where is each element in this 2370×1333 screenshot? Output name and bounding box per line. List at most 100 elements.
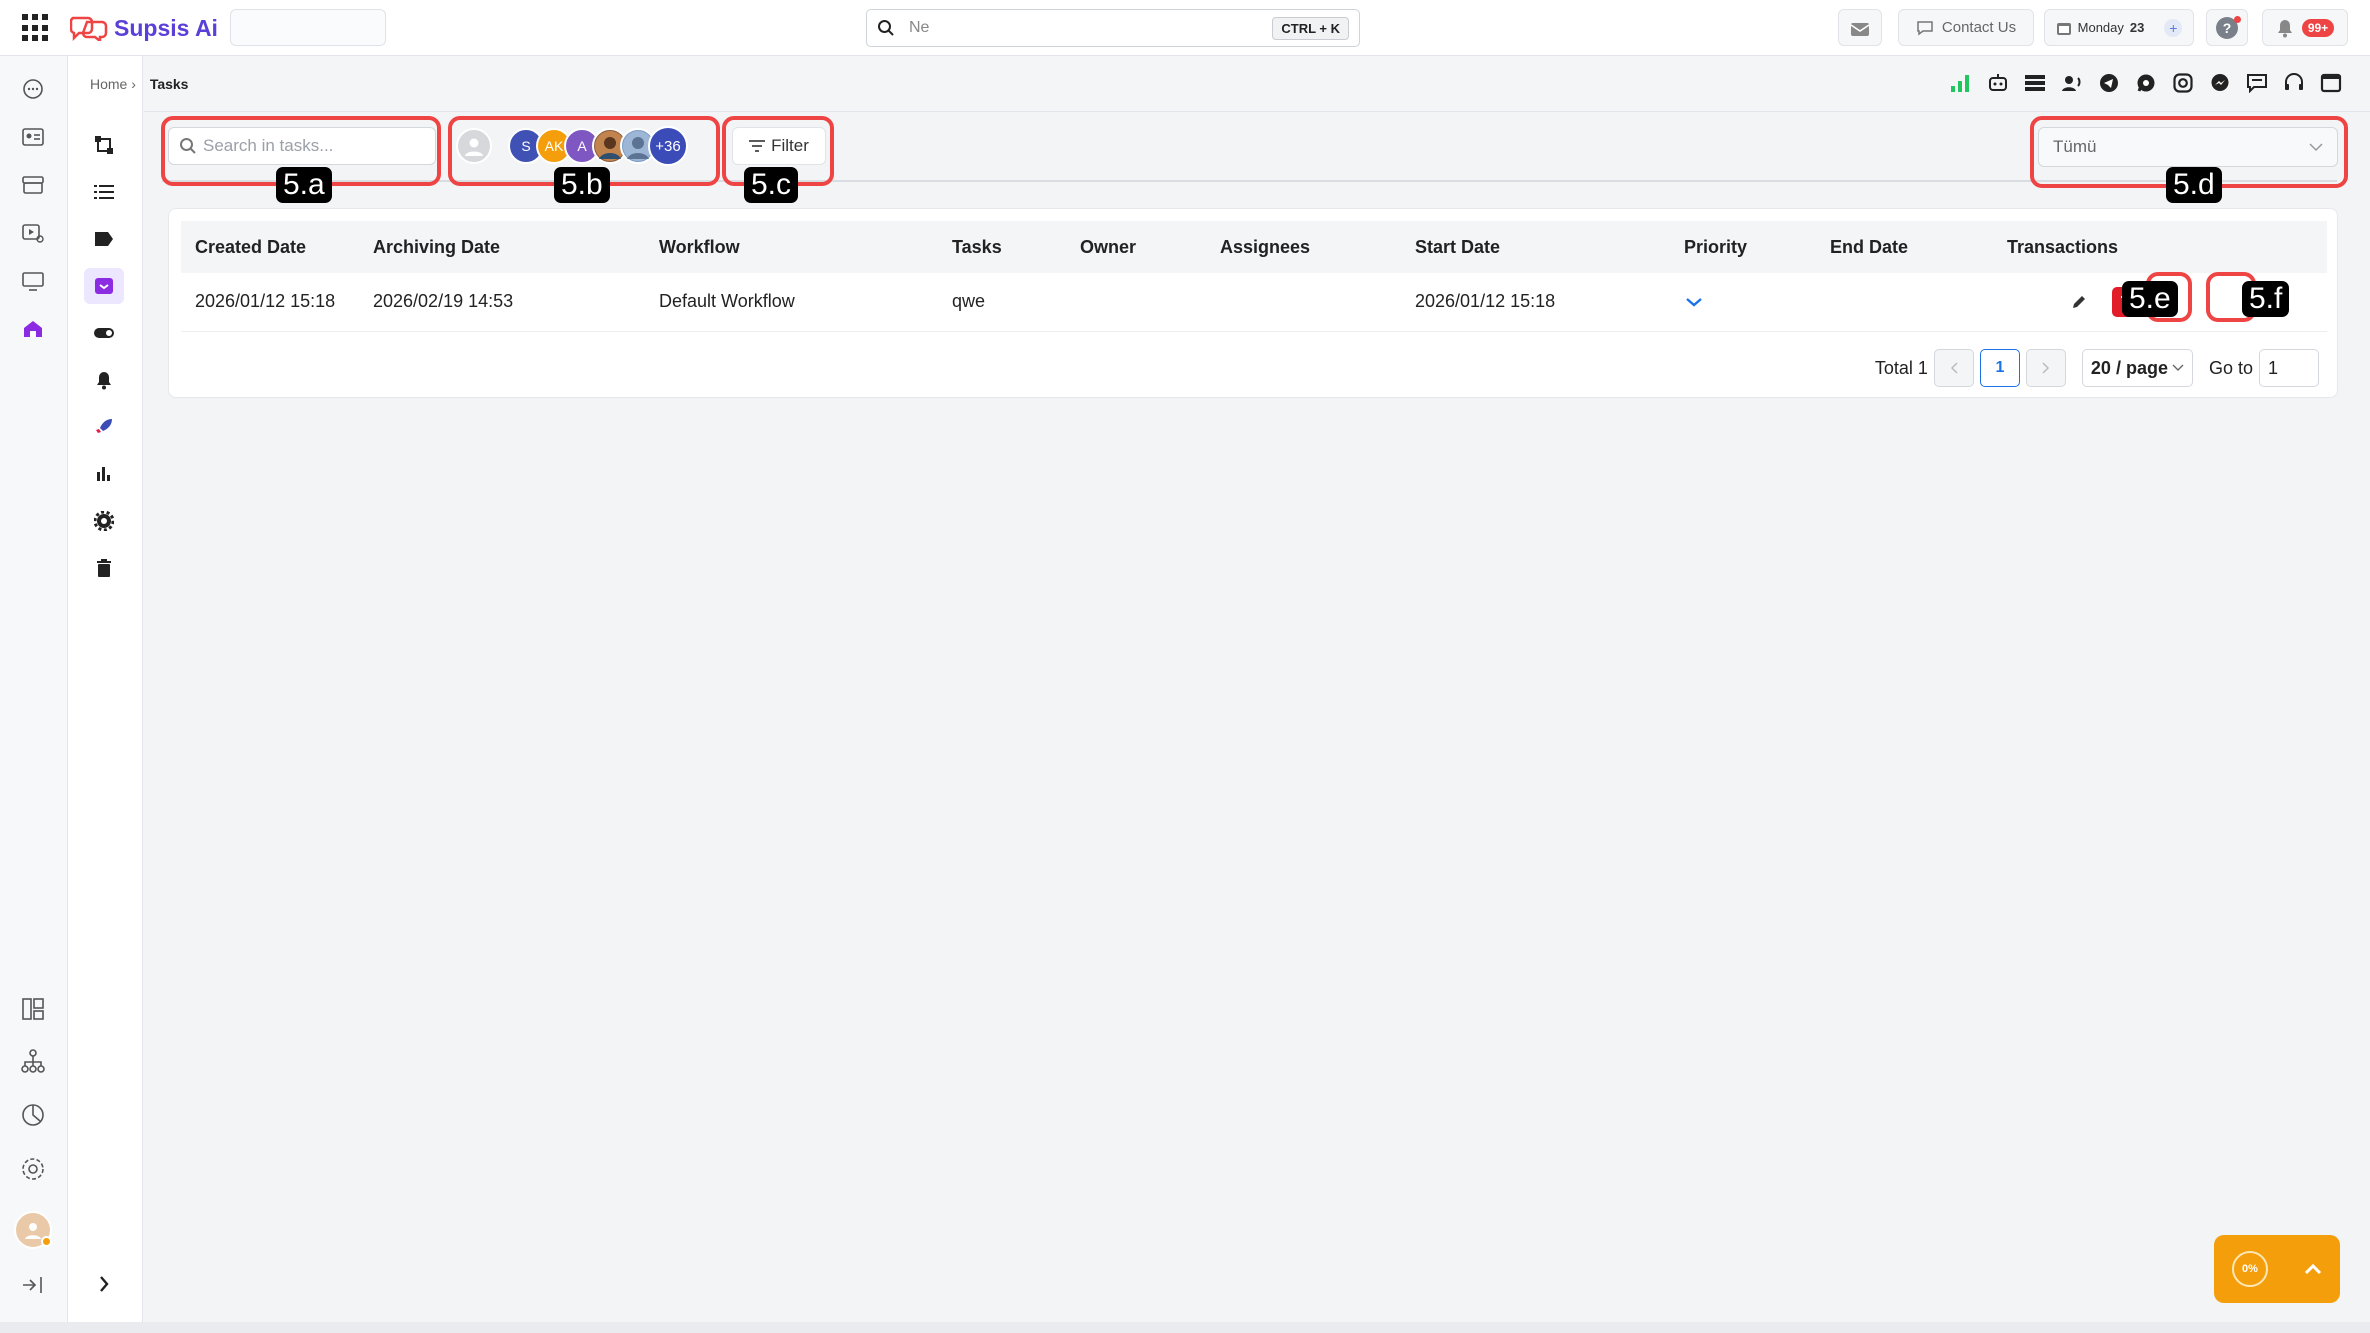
global-search-placeholder: Ne — [909, 19, 930, 36]
layout-icon[interactable] — [18, 994, 48, 1024]
label-tag-icon[interactable] — [84, 221, 124, 257]
end-date-cell — [1816, 273, 1993, 332]
start-date-cell: 2026/01/12 15:18 — [1401, 273, 1670, 332]
table-header-row: Created Date Archiving Date Workflow Tas… — [181, 221, 2327, 273]
apps-grid-icon[interactable] — [22, 14, 50, 42]
collapse-panel-icon[interactable] — [18, 1270, 48, 1300]
bell-icon[interactable] — [84, 362, 124, 398]
date-widget[interactable]: Monday 23 + — [2044, 9, 2194, 46]
workspace-selector[interactable] — [230, 9, 386, 46]
archive-icon[interactable] — [84, 268, 124, 304]
workflow-cell: Default Workflow — [645, 273, 938, 332]
column-header[interactable]: Workflow — [645, 221, 938, 273]
queue-icon[interactable] — [2024, 72, 2046, 94]
tasks-sidebar — [68, 56, 143, 1322]
trash-icon[interactable] — [84, 550, 124, 586]
callout-label-f: 5.f — [2242, 281, 2290, 317]
chevron-down-icon — [1686, 298, 1702, 307]
monitor-icon[interactable] — [18, 266, 48, 296]
callout-label-e: 5.e — [2122, 281, 2178, 317]
user-avatar[interactable] — [14, 1211, 52, 1249]
column-header[interactable]: Priority — [1670, 221, 1816, 273]
table-row[interactable]: 2026/01/12 15:18 2026/02/19 14:53 Defaul… — [181, 273, 2327, 332]
analytics-clock-icon[interactable] — [18, 1100, 48, 1130]
archive-box-icon[interactable] — [18, 170, 48, 200]
instagram-icon[interactable] — [2172, 72, 2194, 94]
status-dot — [41, 1236, 52, 1247]
edit-button[interactable] — [2065, 288, 2093, 316]
callout-label-a: 5.a — [276, 167, 332, 203]
goto-page-input[interactable]: 1 — [2259, 349, 2319, 387]
global-search[interactable]: Ne CTRL + K — [866, 9, 1360, 47]
chevron-up-icon — [2304, 1263, 2322, 1274]
whatsapp-icon[interactable] — [2135, 72, 2157, 94]
team-speaker-icon[interactable] — [2061, 72, 2083, 94]
bot-icon[interactable] — [1987, 72, 2009, 94]
tasks-table-card: Created Date Archiving Date Workflow Tas… — [168, 208, 2338, 398]
sms-icon[interactable] — [2246, 72, 2268, 94]
telegram-icon[interactable] — [2098, 72, 2120, 94]
media-settings-icon[interactable] — [18, 218, 48, 248]
breadcrumb-home[interactable]: Home — [90, 76, 127, 92]
archived-tasks-table: Created Date Archiving Date Workflow Tas… — [181, 221, 2327, 332]
app-logo[interactable]: Supsis Ai — [69, 12, 218, 44]
contacts-icon[interactable] — [18, 122, 48, 152]
callout-label-c: 5.c — [744, 167, 799, 203]
column-header[interactable]: Created Date — [181, 221, 359, 273]
home-icon[interactable] — [18, 314, 48, 344]
messenger-icon[interactable] — [2209, 72, 2231, 94]
gear-icon[interactable] — [84, 503, 124, 539]
settings-gear-icon[interactable] — [18, 1154, 48, 1184]
task-name-cell[interactable]: qwe — [938, 273, 1066, 332]
callout-label-b: 5.b — [554, 167, 610, 203]
progress-scroll-button[interactable]: 0% — [2214, 1235, 2340, 1303]
contact-us-button[interactable]: Contact Us — [1898, 9, 2034, 46]
search-icon — [878, 20, 894, 36]
column-header[interactable]: Tasks — [938, 221, 1066, 273]
priority-cell — [1670, 273, 1816, 332]
date-day: Monday — [2077, 20, 2124, 35]
user-icon — [25, 1223, 41, 1239]
callout-label-d: 5.d — [2166, 167, 2222, 203]
goto-label: Go to — [2208, 357, 2253, 378]
signal-bars-icon[interactable] — [1950, 72, 1972, 94]
breadcrumb-current: Tasks — [149, 76, 189, 92]
page-size-select[interactable]: 20 / page — [2081, 349, 2193, 387]
pagination: Total 1 1 20 / page Go to 1 — [1875, 349, 2319, 387]
chat-icon — [1917, 20, 1933, 35]
main-content: 5.a S AK A +36 5.b Filter 5.c Tümü 5.d C… — [144, 111, 2370, 1322]
page-size-value: 20 / page — [2090, 357, 2168, 378]
progress-indicator: 0% — [2232, 1251, 2268, 1287]
prev-page-button[interactable] — [1933, 349, 1974, 387]
list-icon[interactable] — [84, 174, 124, 210]
mail-icon — [1850, 22, 1870, 36]
rocket-icon[interactable] — [84, 409, 124, 445]
headset-icon[interactable] — [2283, 72, 2305, 94]
logo-icon — [69, 15, 108, 44]
column-header[interactable]: Assignees — [1206, 221, 1401, 273]
notifications-button[interactable]: 99+ — [2262, 9, 2348, 46]
page-number-button[interactable]: 1 — [1979, 349, 2020, 387]
breadcrumb-separator: › — [131, 76, 136, 92]
toggle-icon[interactable] — [84, 315, 124, 351]
add-event-icon[interactable]: + — [2164, 18, 2183, 37]
column-header[interactable]: Owner — [1066, 221, 1206, 273]
column-header[interactable]: Archiving Date — [359, 221, 645, 273]
inbox-button[interactable] — [1838, 9, 1882, 46]
bottom-strip — [0, 1322, 2370, 1333]
breadcrumb-bar: Home › Tasks — [68, 56, 2370, 112]
workflow-icon[interactable] — [84, 127, 124, 163]
channel-icons — [1950, 72, 2342, 94]
notification-badge: 99+ — [2301, 18, 2335, 37]
org-chart-icon[interactable] — [18, 1046, 48, 1076]
column-header[interactable]: End Date — [1816, 221, 1993, 273]
window-icon[interactable] — [2320, 72, 2342, 94]
date-number: 23 — [2129, 20, 2145, 35]
next-page-button[interactable] — [2025, 349, 2066, 387]
breadcrumb: Home › Tasks — [90, 76, 188, 92]
help-button[interactable]: ? — [2206, 9, 2248, 46]
conversations-icon[interactable] — [18, 74, 48, 104]
expand-chevron-icon[interactable] — [84, 1266, 124, 1302]
bar-chart-icon[interactable] — [84, 456, 124, 492]
column-header[interactable]: Start Date — [1401, 221, 1670, 273]
